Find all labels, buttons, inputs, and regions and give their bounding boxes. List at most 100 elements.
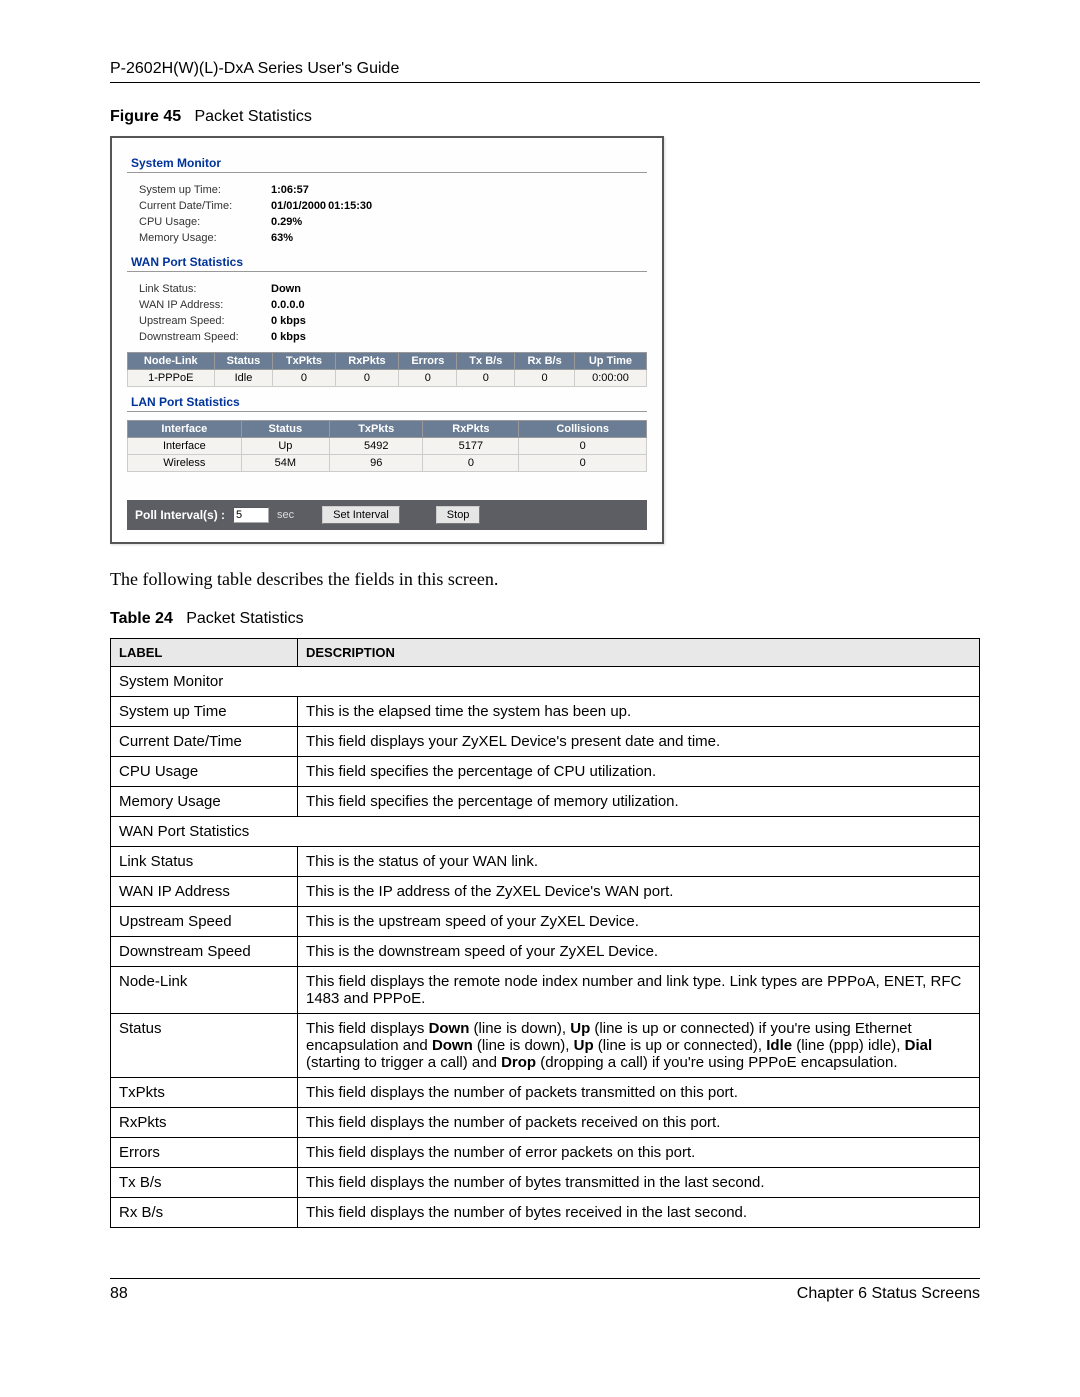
grid-cell: Interface — [128, 438, 242, 455]
grid-header: Tx B/s — [457, 353, 515, 370]
figure-title: Packet Statistics — [194, 108, 311, 125]
grid-cell: 0 — [423, 455, 519, 472]
header-rule — [110, 82, 980, 83]
running-header: P-2602H(W)(L)-DxA Series User's Guide — [110, 60, 980, 78]
system-monitor-heading: System Monitor — [127, 156, 647, 170]
kv-value: 0 kbps — [271, 330, 306, 344]
desc-label-cell: WAN Port Statistics — [111, 817, 980, 847]
table-row: WAN IP AddressThis is the IP address of … — [111, 877, 980, 907]
kv-label: Upstream Speed: — [139, 314, 269, 328]
table-row: System Monitor — [111, 667, 980, 697]
table-row: RxPktsThis field displays the number of … — [111, 1108, 980, 1138]
lan-port-grid: InterfaceStatusTxPktsRxPktsCollisionsInt… — [127, 420, 647, 472]
table-row: Memory UsageThis field specifies the per… — [111, 787, 980, 817]
grid-header: Node-Link — [128, 353, 215, 370]
desc-desc-cell: This is the status of your WAN link. — [298, 847, 980, 877]
kv-label: Downstream Speed: — [139, 330, 269, 344]
stop-button[interactable]: Stop — [436, 506, 481, 524]
kv-value: 0.0.0.0 — [271, 298, 306, 312]
page-number: 88 — [110, 1285, 128, 1303]
desc-label-cell: TxPkts — [111, 1078, 298, 1108]
grid-header: TxPkts — [273, 353, 335, 370]
kv-label: Memory Usage: — [139, 231, 269, 245]
table-caption: Table 24 Packet Statistics — [110, 610, 980, 628]
figure-caption: Figure 45 Packet Statistics — [110, 108, 980, 126]
system-monitor-kv: System up Time:1:06:57Current Date/Time:… — [137, 181, 374, 247]
grid-header: Rx B/s — [515, 353, 575, 370]
wan-port-grid: Node-LinkStatusTxPktsRxPktsErrorsTx B/sR… — [127, 352, 647, 387]
grid-header: TxPkts — [330, 421, 423, 438]
grid-header: RxPkts — [423, 421, 519, 438]
grid-cell: 0 — [515, 370, 575, 387]
table-title: Packet Statistics — [186, 610, 303, 627]
page-footer: 88 Chapter 6 Status Screens — [110, 1278, 980, 1303]
desc-header-desc: Description — [298, 639, 980, 667]
desc-label-cell: Downstream Speed — [111, 937, 298, 967]
desc-label-cell: System Monitor — [111, 667, 980, 697]
table-row: Rx B/sThis field displays the number of … — [111, 1198, 980, 1228]
poll-label: Poll Interval(s) : — [135, 508, 225, 522]
desc-desc-cell: This field displays your ZyXEL Device's … — [298, 727, 980, 757]
set-interval-button[interactable]: Set Interval — [322, 506, 400, 524]
kv-value: 63% — [271, 231, 326, 245]
packet-statistics-screenshot: System Monitor System up Time:1:06:57Cur… — [110, 136, 664, 544]
table-row: Node-LinkThis field displays the remote … — [111, 967, 980, 1014]
chapter-label: Chapter 6 Status Screens — [797, 1285, 980, 1303]
grid-header: Errors — [399, 353, 457, 370]
table-row: System up TimeThis is the elapsed time t… — [111, 697, 980, 727]
desc-label-cell: Upstream Speed — [111, 907, 298, 937]
poll-interval-input[interactable] — [233, 507, 269, 523]
figure-label: Figure 45 — [110, 108, 181, 125]
grid-cell: 1-PPPoE — [128, 370, 215, 387]
grid-cell: 5177 — [423, 438, 519, 455]
kv-value: Down — [271, 282, 306, 296]
grid-cell: Idle — [214, 370, 273, 387]
desc-label-cell: WAN IP Address — [111, 877, 298, 907]
grid-cell: 0 — [519, 455, 647, 472]
desc-label-cell: RxPkts — [111, 1108, 298, 1138]
table-row: TxPktsThis field displays the number of … — [111, 1078, 980, 1108]
table-row: Upstream SpeedThis is the upstream speed… — [111, 907, 980, 937]
grid-cell: 5492 — [330, 438, 423, 455]
grid-header: Status — [214, 353, 273, 370]
table-row: Tx B/sThis field displays the number of … — [111, 1168, 980, 1198]
grid-cell: Up — [241, 438, 329, 455]
desc-desc-cell: This field displays the number of packet… — [298, 1078, 980, 1108]
table-row: Current Date/TimeThis field displays you… — [111, 727, 980, 757]
kv-value: 01/01/2000 — [271, 199, 326, 213]
desc-label-cell: System up Time — [111, 697, 298, 727]
grid-cell: Wireless — [128, 455, 242, 472]
kv-value: 0 kbps — [271, 314, 306, 328]
poll-unit: sec — [277, 509, 294, 521]
grid-cell: 96 — [330, 455, 423, 472]
desc-desc-cell: This field displays the remote node inde… — [298, 967, 980, 1014]
kv-label: Link Status: — [139, 282, 269, 296]
desc-desc-cell: This field displays the number of bytes … — [298, 1198, 980, 1228]
kv-label: System up Time: — [139, 183, 269, 197]
grid-cell: 0 — [399, 370, 457, 387]
grid-cell: 0:00:00 — [574, 370, 646, 387]
desc-desc-cell: This field displays Down (line is down),… — [298, 1014, 980, 1078]
table-row: CPU UsageThis field specifies the percen… — [111, 757, 980, 787]
kv-value: 0.29% — [271, 215, 326, 229]
desc-desc-cell: This field specifies the percentage of C… — [298, 757, 980, 787]
body-text: The following table describes the fields… — [110, 569, 980, 590]
kv-label: CPU Usage: — [139, 215, 269, 229]
grid-header: Collisions — [519, 421, 647, 438]
grid-header: Up Time — [574, 353, 646, 370]
kv-label: Current Date/Time: — [139, 199, 269, 213]
wan-port-heading: WAN Port Statistics — [127, 255, 647, 269]
grid-cell: 54M — [241, 455, 329, 472]
table-row: Downstream SpeedThis is the downstream s… — [111, 937, 980, 967]
desc-desc-cell: This field displays the number of error … — [298, 1138, 980, 1168]
desc-label-cell: CPU Usage — [111, 757, 298, 787]
desc-desc-cell: This field displays the number of packet… — [298, 1108, 980, 1138]
kv-extra: 01:15:30 — [328, 199, 372, 213]
grid-header: Interface — [128, 421, 242, 438]
desc-label-cell: Current Date/Time — [111, 727, 298, 757]
grid-header: RxPkts — [335, 353, 399, 370]
table-row: Link StatusThis is the status of your WA… — [111, 847, 980, 877]
desc-label-cell: Node-Link — [111, 967, 298, 1014]
desc-desc-cell: This is the IP address of the ZyXEL Devi… — [298, 877, 980, 907]
grid-cell: 0 — [273, 370, 335, 387]
